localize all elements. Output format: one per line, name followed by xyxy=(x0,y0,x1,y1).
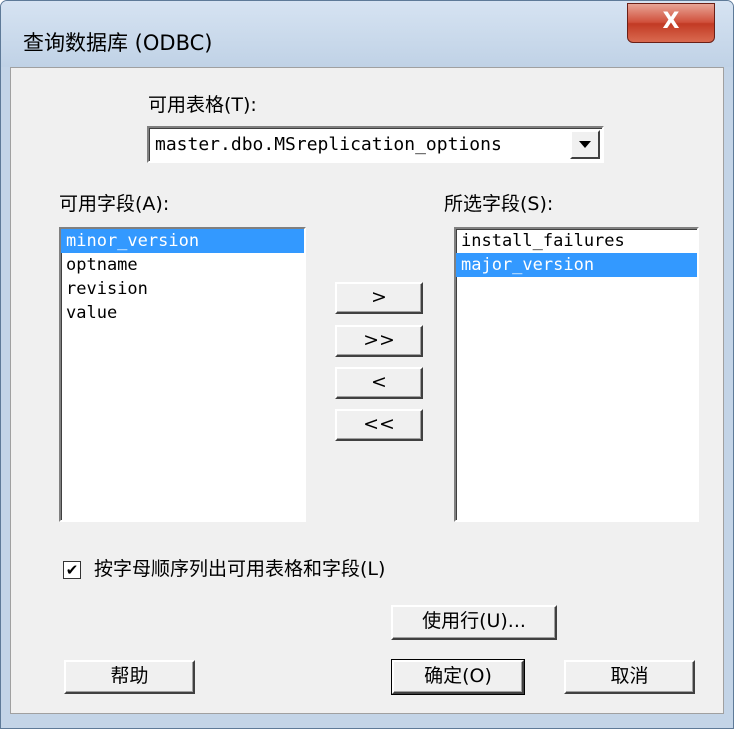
add-all-fields-button[interactable]: >> xyxy=(335,325,423,357)
list-item[interactable]: install_failures xyxy=(456,229,697,253)
remove-field-button[interactable]: < xyxy=(335,367,423,399)
title-bar[interactable]: 查询数据库 (ODBC) X xyxy=(1,1,733,67)
cancel-button[interactable]: 取消 xyxy=(564,660,695,694)
available-tables-dropdown[interactable]: master.dbo.MSreplication_options xyxy=(147,126,604,163)
available-fields-label: 可用字段(A): xyxy=(59,193,170,215)
dialog-client-area: 可用表格(T): master.dbo.MSreplication_option… xyxy=(10,67,724,714)
window-title: 查询数据库 (ODBC) xyxy=(23,31,213,55)
list-item[interactable]: value xyxy=(61,301,304,325)
sort-alphabetically-label: 按字母顺序列出可用表格和字段(L) xyxy=(94,558,386,580)
list-item[interactable]: major_version xyxy=(456,253,697,277)
list-item[interactable]: minor_version xyxy=(61,229,304,253)
list-item[interactable]: optname xyxy=(61,253,304,277)
remove-all-fields-button[interactable]: << xyxy=(335,409,423,441)
help-button[interactable]: 帮助 xyxy=(64,660,195,694)
close-button[interactable]: X xyxy=(627,3,715,43)
dropdown-arrow-button[interactable] xyxy=(570,130,600,159)
use-rows-button[interactable]: 使用行(U)... xyxy=(391,605,557,640)
available-fields-list[interactable]: minor_version optname revision value xyxy=(59,227,306,522)
ok-button[interactable]: 确定(O) xyxy=(391,659,525,695)
dropdown-selected-value: master.dbo.MSreplication_options xyxy=(155,134,502,155)
selected-fields-label: 所选字段(S): xyxy=(444,193,554,215)
chevron-down-icon xyxy=(579,141,591,148)
sort-alphabetically-checkbox[interactable]: ✔ xyxy=(63,561,81,579)
available-tables-label: 可用表格(T): xyxy=(148,94,257,116)
list-item[interactable]: revision xyxy=(61,277,304,301)
query-database-dialog: 查询数据库 (ODBC) X 可用表格(T): master.dbo.MSrep… xyxy=(0,0,734,729)
selected-fields-list[interactable]: install_failures major_version xyxy=(454,227,699,522)
add-field-button[interactable]: > xyxy=(335,282,423,314)
